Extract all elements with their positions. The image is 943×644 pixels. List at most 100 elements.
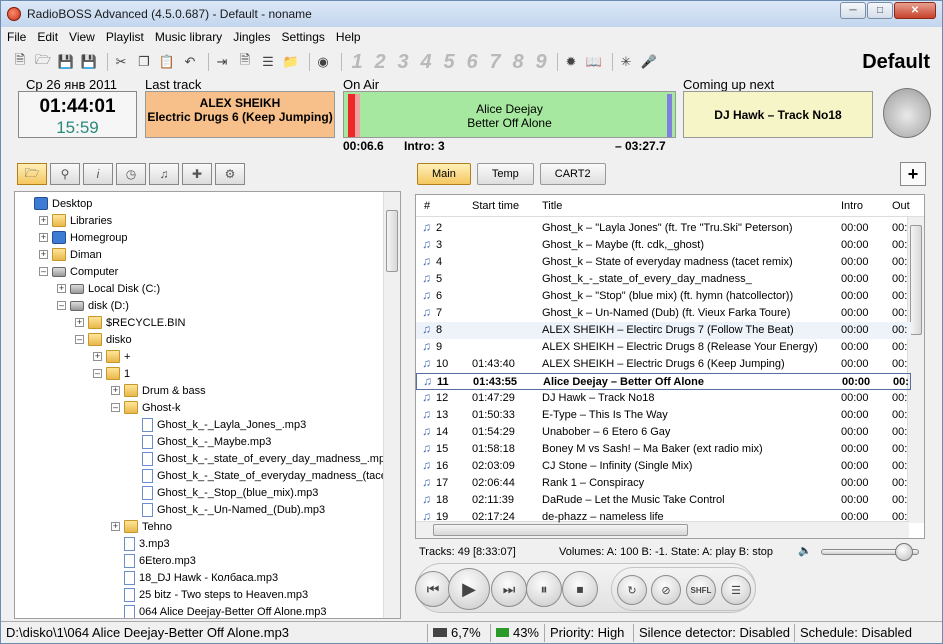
tree-item[interactable]: 064 Alice Deejay-Better Off Alone.mp3 <box>111 603 327 618</box>
open-folder-icon[interactable]: 🗁 <box>34 52 52 71</box>
playlist-row[interactable]: ♫ 8 ALEX SHEIKH – Electirc Drugs 7 (Follow… <box>416 322 911 339</box>
volume-slider-knob[interactable] <box>894 543 913 561</box>
on-air-box[interactable]: Alice Deejay Better Off Alone <box>343 91 676 138</box>
playlist-row[interactable]: ♫ 19 02:17:24 de-phazz – nameless life 00:00… <box>416 509 911 526</box>
previous-button[interactable]: ⏮ <box>415 571 451 607</box>
expand-toggle[interactable]: + <box>39 216 48 225</box>
playlist-2-button[interactable]: 2 <box>369 51 391 74</box>
disable-button[interactable]: ⊘ <box>651 575 681 605</box>
playlist-row[interactable]: ♫ 12 01:47:29 DJ Hawk – Track No18 00:00 00: <box>416 390 911 407</box>
playlist-6-button[interactable]: 6 <box>461 51 483 74</box>
add-tab-button[interactable]: + <box>900 162 926 186</box>
app-icon[interactable] <box>7 7 21 21</box>
playlist-row[interactable]: ♫ 2 Ghost_k – "Layla Jones" (ft. Tre "Tru.… <box>416 220 911 237</box>
info-tab-icon[interactable]: i <box>83 163 113 185</box>
expand-toggle[interactable]: + <box>111 522 120 531</box>
tree-item[interactable]: 3.mp3 <box>111 535 170 552</box>
playlist-row[interactable]: ♫ 14 01:54:29 Unabober – 6 Etero 6 Gay 00:00… <box>416 424 911 441</box>
expand-toggle[interactable]: + <box>111 386 120 395</box>
col-intro[interactable]: Intro <box>841 200 863 212</box>
playlist-5-button[interactable]: 5 <box>438 51 460 74</box>
next-button[interactable]: ⏭ <box>491 571 527 607</box>
shuffle-button[interactable]: SHFL <box>686 575 716 605</box>
minimize-button[interactable]: ─ <box>840 2 866 19</box>
menu-help[interactable]: Help <box>336 30 361 44</box>
col-out[interactable]: Out <box>892 200 910 212</box>
effects-icon[interactable]: ✳ <box>617 53 635 71</box>
tree-item[interactable]: + + <box>93 348 130 365</box>
play-button[interactable]: ▶ <box>448 568 490 610</box>
save-icon[interactable]: 💾 <box>57 53 75 71</box>
save-as-icon[interactable]: 💾 <box>80 53 98 71</box>
history-tab-icon[interactable]: ◷ <box>116 163 146 185</box>
tree-item[interactable]: + $RECYCLE.BIN <box>75 314 185 331</box>
tree-item[interactable]: – Computer <box>39 263 118 280</box>
settings-tab-icon[interactable]: ⚙ <box>215 163 245 185</box>
expand-toggle[interactable]: + <box>57 284 66 293</box>
tree-item[interactable]: Ghost_k_-_Un-Named_(Dub).mp3 <box>129 501 325 518</box>
expand-toggle[interactable]: – <box>111 403 120 412</box>
speaker-icon[interactable]: 🔈 <box>798 544 812 557</box>
paste-icon[interactable]: 📋 <box>158 53 176 71</box>
playlist-row[interactable]: ♫ 9 ALEX SHEIKH – Electric Drugs 8 (Releas… <box>416 339 911 356</box>
playlist-4-button[interactable]: 4 <box>415 51 437 74</box>
tree-item[interactable]: 6Etero.mp3 <box>111 552 196 569</box>
tab-main[interactable]: Main <box>417 163 471 185</box>
playlist-view-button[interactable]: ☰ <box>721 575 751 605</box>
pause-button[interactable]: ⏸ <box>526 571 562 607</box>
playlist-row[interactable]: ♫ 16 02:03:09 CJ Stone – Infinity (Single M… <box>416 458 911 475</box>
menu-settings[interactable]: Settings <box>282 30 325 44</box>
expand-toggle[interactable]: – <box>57 301 66 310</box>
undo-icon[interactable]: ↶ <box>181 53 199 71</box>
menu-edit[interactable]: Edit <box>37 30 58 44</box>
tree-item[interactable]: Ghost_k_-_state_of_every_day_madness_.mp… <box>129 450 391 467</box>
tree-item[interactable]: + Homegroup <box>39 229 127 246</box>
tree-scrollbar[interactable] <box>383 192 400 618</box>
playlist-row[interactable]: ♫ 6 Ghost_k – "Stop" (blue mix) (ft. hymn … <box>416 288 911 305</box>
expand-toggle[interactable]: – <box>39 267 48 276</box>
menu-jingles[interactable]: Jingles <box>233 30 270 44</box>
plugins-tab-icon[interactable]: ✚ <box>182 163 212 185</box>
add-list-icon[interactable]: ☰ <box>259 53 277 71</box>
find-binoculars-icon[interactable]: ◉ <box>314 53 332 71</box>
tree-item[interactable]: Ghost_k_-_State_of_everyday_madness_(tac… <box>129 467 387 484</box>
tree-item[interactable]: Ghost_k_-_Maybe.mp3 <box>129 433 271 450</box>
insert-track-icon[interactable]: ⇥ <box>213 53 231 71</box>
stop-button[interactable]: ⏹ <box>562 571 598 607</box>
playlist-row[interactable]: ♫ 10 01:43:40 ALEX SHEIKH – Electric Drugs … <box>416 356 911 373</box>
menu-music-library[interactable]: Music library <box>155 30 222 44</box>
tree-item[interactable]: – disko <box>75 331 132 348</box>
folder-tab-icon[interactable]: 🗁 <box>17 163 47 185</box>
playlist-row[interactable]: ♫ 15 01:58:18 Boney M vs Sash! – Ma Baker (… <box>416 441 911 458</box>
add-folder-icon[interactable]: 📁 <box>282 53 300 71</box>
playlist-row[interactable]: ♫ 11 01:43:55 Alice Deejay – Better Off Alo… <box>416 373 911 390</box>
expand-toggle[interactable]: – <box>75 335 84 344</box>
tab-temp[interactable]: Temp <box>476 163 534 185</box>
playlist-row[interactable]: ♫ 4 Ghost_k – State of everyday madness (t… <box>416 254 911 271</box>
col-start-time[interactable]: Start time <box>472 200 519 212</box>
cut-icon[interactable]: ✂ <box>112 53 130 71</box>
tree-item[interactable]: Ghost_k_-_Layla_Jones_.mp3 <box>129 416 306 433</box>
playlist-row[interactable]: ♫ 17 02:06:44 Rank 1 – Conspiracy 00:00 00: <box>416 475 911 492</box>
maximize-button[interactable]: □ <box>867 2 893 19</box>
playlist-7-button[interactable]: 7 <box>484 51 506 74</box>
expand-toggle[interactable]: + <box>39 233 48 242</box>
loop-button[interactable]: ↻ <box>617 575 647 605</box>
tree-item[interactable]: – disk (D:) <box>57 297 129 314</box>
playlist-9-button[interactable]: 9 <box>530 51 552 74</box>
tree-item[interactable]: + Local Disk (C:) <box>57 280 160 297</box>
copy-icon[interactable]: ❐ <box>135 53 153 71</box>
tab-cart2[interactable]: CART2 <box>539 163 606 185</box>
col-title[interactable]: Title <box>542 200 562 212</box>
playlist-row[interactable]: ♫ 5 Ghost_k_-_state_of_every_day_madness_ 0… <box>416 271 911 288</box>
playlist-8-button[interactable]: 8 <box>507 51 529 74</box>
add-files-icon[interactable]: 🗎 <box>236 52 254 71</box>
expand-toggle[interactable]: + <box>93 352 102 361</box>
new-playlist-icon[interactable]: 🗎 <box>11 52 29 71</box>
scheduler-icon[interactable]: ✹ <box>562 53 580 71</box>
playlist-1-button[interactable]: 1 <box>346 51 368 74</box>
tree-item[interactable]: + Tehno <box>111 518 172 535</box>
tree-item[interactable]: – Ghost-k <box>111 399 181 416</box>
tree-item[interactable]: 18_DJ Hawk - Колбаса.mp3 <box>111 569 278 586</box>
expand-toggle[interactable]: + <box>39 250 48 259</box>
